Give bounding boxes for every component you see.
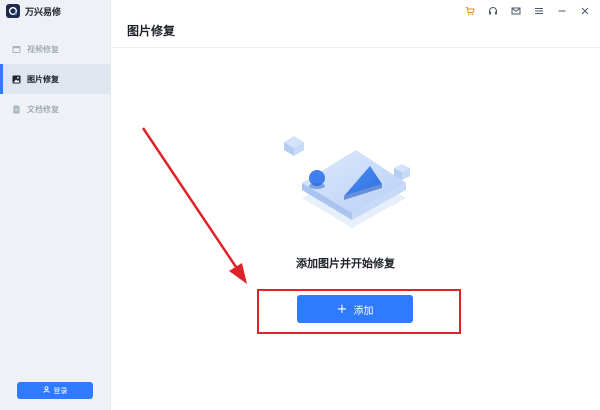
add-prompt-text: 添加图片并开始修复 [296, 257, 395, 270]
cart-icon[interactable] [465, 6, 475, 16]
close-icon[interactable] [580, 6, 590, 16]
mail-icon[interactable] [511, 6, 521, 16]
app-header: 万兴易修 [6, 3, 61, 19]
sidebar-item-video-repair[interactable]: 视频修复 [0, 34, 111, 64]
sidebar-item-image-repair[interactable]: 图片修复 [0, 64, 111, 94]
video-icon [12, 45, 21, 54]
login-label: 登录 [53, 386, 68, 395]
user-icon [42, 386, 50, 395]
annotation-highlight-box [257, 289, 461, 334]
sidebar-item-document-repair[interactable]: 文档修复 [0, 94, 111, 124]
sidebar-item-label: 文档修复 [27, 104, 59, 114]
image-placeholder-illustration [282, 128, 422, 233]
menu-icon[interactable] [534, 6, 544, 16]
app-name: 万兴易修 [25, 7, 62, 18]
sidebar-nav: 视频修复 图片修复 文档修复 [0, 34, 111, 124]
page-title: 图片修复 [127, 24, 176, 38]
image-icon [12, 75, 21, 84]
sidebar-item-label: 视频修复 [27, 44, 59, 54]
window-controls [465, 4, 590, 18]
app-logo-icon [6, 4, 20, 18]
sidebar-item-label: 图片修复 [27, 74, 59, 84]
divider [111, 47, 600, 48]
headset-icon[interactable] [488, 6, 498, 16]
minimize-icon[interactable] [557, 6, 567, 16]
login-button[interactable]: 登录 [17, 382, 93, 399]
document-icon [12, 105, 21, 114]
sidebar: 万兴易修 视频修复 图片修复 文档修复 登录 [0, 0, 111, 410]
